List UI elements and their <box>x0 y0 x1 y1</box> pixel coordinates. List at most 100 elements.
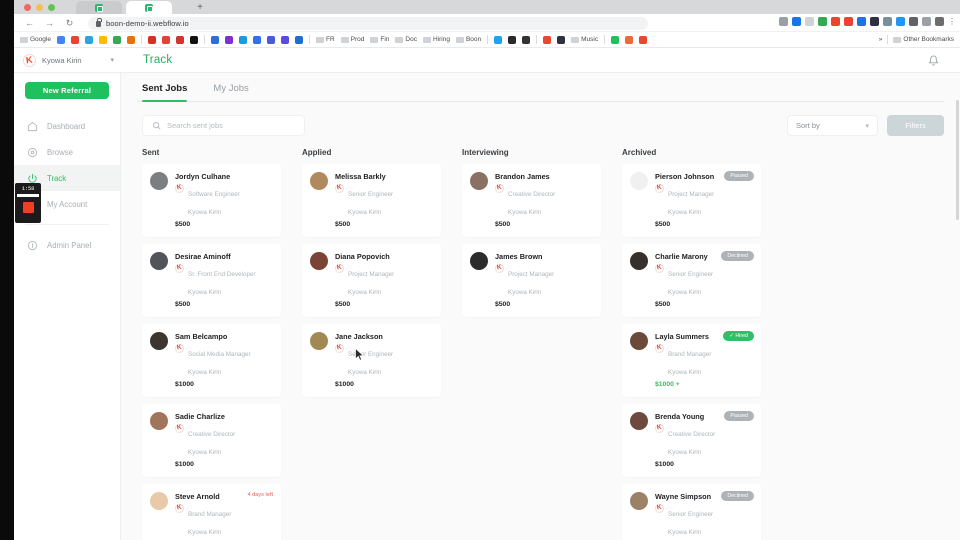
stop-square-icon[interactable] <box>23 202 34 213</box>
job-card[interactable]: Diana PopovichKProject ManagerKyowa Kiri… <box>302 244 441 317</box>
bookmark-item[interactable] <box>190 36 198 44</box>
bookmark-item[interactable] <box>162 36 170 44</box>
bookmark-item[interactable] <box>85 36 93 44</box>
bookmark-favicon-icon <box>85 36 93 44</box>
browser-menu-button[interactable]: ⋮ <box>948 17 956 26</box>
bookmark-item[interactable] <box>639 36 647 44</box>
job-card[interactable]: Pierson JohnsonKProject ManagerKyowa Kir… <box>622 164 761 237</box>
job-card[interactable]: Melissa BarklyKSenior EngineerKyowa Kiri… <box>302 164 441 237</box>
sidebar-item-admin-panel[interactable]: Admin Panel <box>14 232 120 258</box>
bookmark-item[interactable] <box>99 36 107 44</box>
company-name: Kyowa Kirin <box>188 289 221 296</box>
extension-icon[interactable] <box>883 17 892 26</box>
bookmark-item[interactable]: FR <box>316 36 335 43</box>
chevron-down-icon[interactable]: ▾ <box>110 56 114 64</box>
minimize-window-button[interactable] <box>36 4 43 11</box>
bookmark-item[interactable] <box>557 36 565 44</box>
job-card[interactable]: Desirae AminoffKSr. Front End DeveloperK… <box>142 244 281 317</box>
browser-tab-strip: + <box>14 0 960 14</box>
browser-tab-2[interactable] <box>126 1 172 14</box>
job-card[interactable]: Wayne SimpsonKSenior EngineerKyowa Kirin… <box>622 484 761 540</box>
filters-button[interactable]: Filters <box>887 115 944 136</box>
bookmark-item[interactable] <box>253 36 261 44</box>
bookmark-item[interactable]: Hiring <box>423 36 450 43</box>
job-card[interactable]: Layla SummersKBrand ManagerKyowa Kirin$1… <box>622 324 761 397</box>
extension-icon[interactable] <box>909 17 918 26</box>
other-bookmarks-folder[interactable]: Other Bookmarks <box>893 36 954 43</box>
screen-recorder-widget[interactable]: 1:58 <box>15 183 41 223</box>
job-card[interactable]: Jordyn CulhaneKSoftware EngineerKyowa Ki… <box>142 164 281 237</box>
bookmark-item[interactable] <box>295 36 303 44</box>
bookmark-item[interactable] <box>494 36 502 44</box>
bookmark-item[interactable] <box>611 36 619 44</box>
bookmark-item[interactable]: Google <box>20 36 51 43</box>
back-button[interactable]: ← <box>24 18 35 29</box>
bookmark-item[interactable] <box>267 36 275 44</box>
extension-icon[interactable] <box>805 17 814 26</box>
job-card[interactable]: Brandon JamesKCreative DirectorKyowa Kir… <box>462 164 601 237</box>
bell-icon[interactable] <box>926 53 940 67</box>
bookmark-item[interactable] <box>625 36 633 44</box>
extension-icon[interactable] <box>896 17 905 26</box>
bookmark-item[interactable] <box>127 36 135 44</box>
bookmark-item[interactable]: Boon <box>456 36 481 43</box>
bookmark-item[interactable] <box>148 36 156 44</box>
extension-icon[interactable] <box>831 17 840 26</box>
job-card-info: Jane JacksonKSenior EngineerKyowa Kirin$… <box>335 332 433 388</box>
job-card[interactable]: Steve ArnoldKBrand ManagerKyowa Kirin$10… <box>142 484 281 540</box>
tab-my-jobs[interactable]: My Jobs <box>213 83 248 101</box>
extension-icon[interactable] <box>844 17 853 26</box>
extension-icon[interactable] <box>922 17 931 26</box>
extension-icon[interactable] <box>857 17 866 26</box>
bookmark-item[interactable] <box>225 36 233 44</box>
extension-icon[interactable] <box>935 17 944 26</box>
sort-by-select[interactable]: Sort by ▾ <box>787 115 878 136</box>
bookmarks-overflow-button[interactable]: » <box>879 36 883 43</box>
avatar <box>470 172 488 190</box>
job-card[interactable]: James BrownKProject ManagerKyowa Kirin$5… <box>462 244 601 317</box>
bookmark-item[interactable] <box>281 36 289 44</box>
maximize-window-button[interactable] <box>48 4 55 11</box>
bookmark-item[interactable]: Fin <box>370 36 389 43</box>
page-scrollbar[interactable] <box>955 48 960 540</box>
extension-icon[interactable] <box>870 17 879 26</box>
extension-icon[interactable] <box>792 17 801 26</box>
job-card[interactable]: Sadie CharlizeKCreative DirectorKyowa Ki… <box>142 404 281 477</box>
toolbar-controls: Search sent jobs Sort by ▾ Filters <box>137 102 960 136</box>
browser-tab-1[interactable] <box>76 1 122 14</box>
scrollbar-thumb[interactable] <box>956 100 959 220</box>
bookmark-item[interactable] <box>239 36 247 44</box>
bookmark-item[interactable] <box>543 36 551 44</box>
browser-window: + ← → ↻ boon-demo-ii.webflow.io ⋮ Google… <box>14 0 960 540</box>
new-referral-button[interactable]: New Referral <box>25 82 109 99</box>
bookmark-item[interactable] <box>508 36 516 44</box>
bookmark-item[interactable]: Prod <box>341 36 365 43</box>
new-tab-button[interactable]: + <box>194 2 206 13</box>
bookmark-item[interactable] <box>211 36 219 44</box>
sidebar-item-dashboard[interactable]: Dashboard <box>14 113 120 139</box>
tab-sent-jobs[interactable]: Sent Jobs <box>142 83 187 101</box>
job-card[interactable]: Brenda YoungKCreative DirectorKyowa Kiri… <box>622 404 761 477</box>
job-card[interactable]: Sam BelcampoKSocial Media ManagerKyowa K… <box>142 324 281 397</box>
bookmark-item[interactable] <box>113 36 121 44</box>
bookmark-item[interactable] <box>71 36 79 44</box>
job-card[interactable]: Jane JacksonKSenior EngineerKyowa Kirin$… <box>302 324 441 397</box>
close-window-button[interactable] <box>24 4 31 11</box>
sidebar-item-browse[interactable]: Browse <box>14 139 120 165</box>
bookmark-item[interactable]: Music <box>571 36 598 43</box>
bookmark-item[interactable]: Doc <box>395 36 417 43</box>
extension-icon[interactable] <box>779 17 788 26</box>
address-bar[interactable]: boon-demo-ii.webflow.io <box>88 17 648 30</box>
extension-icon[interactable] <box>818 17 827 26</box>
org-switcher[interactable]: K Kyowa Kirin ▾ <box>14 54 121 67</box>
mouse-cursor <box>355 348 364 366</box>
window-controls[interactable] <box>24 4 55 11</box>
reload-button[interactable]: ↻ <box>64 18 75 29</box>
search-input[interactable]: Search sent jobs <box>142 115 305 136</box>
job-card[interactable]: Charlie MaronyKSenior EngineerKyowa Kiri… <box>622 244 761 317</box>
forward-button[interactable]: → <box>44 18 55 29</box>
bookmark-item[interactable] <box>57 36 65 44</box>
bookmark-item[interactable] <box>522 36 530 44</box>
company-name: Kyowa Kirin <box>508 289 541 296</box>
bookmark-item[interactable] <box>176 36 184 44</box>
